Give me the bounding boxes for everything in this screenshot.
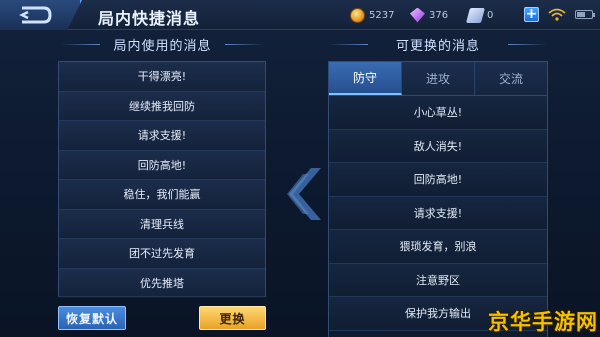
gold-counter: 5237	[350, 6, 394, 24]
in-game-message-item[interactable]: 团不过先发育	[59, 239, 265, 269]
tab-attack[interactable]: 进攻	[402, 62, 475, 95]
wifi-icon	[548, 8, 566, 21]
back-arrow-icon	[19, 6, 52, 24]
tab-defense[interactable]: 防守	[329, 62, 402, 95]
swap-button[interactable]: 更换	[199, 306, 266, 330]
gold-coin-icon	[350, 7, 365, 23]
replaceable-message-item[interactable]: 注意野区	[329, 263, 547, 297]
tab-communication[interactable]: 交流	[475, 62, 547, 95]
in-game-message-list: 干得漂亮! 继续推我回防 请求支援! 回防高地! 稳住，我们能赢 清理兵线 团不过先发育 优先…	[58, 61, 266, 298]
diamond-icon	[410, 7, 425, 23]
ticket-icon	[465, 7, 486, 23]
in-game-message-item[interactable]: 干得漂亮!	[59, 62, 265, 92]
in-game-message-item[interactable]: 继续推我回防	[59, 91, 265, 121]
diamond-amount: 376	[429, 9, 449, 21]
ticket-amount: 0	[487, 9, 494, 21]
back-button[interactable]	[0, 0, 82, 30]
replaceable-message-list: 小心草丛! 敌人消失! 回防高地! 请求支援! 猥琐发育，别浪 注意野区 保护我方输出	[329, 96, 547, 331]
battery-icon	[575, 10, 595, 19]
replaceable-message-item[interactable]: 请求支援!	[329, 196, 547, 230]
message-category-tabs: 防守 进攻 交流	[329, 62, 547, 96]
in-game-message-item[interactable]: 优先推塔	[59, 268, 265, 298]
page-title: 局内快捷消息	[98, 9, 201, 28]
in-game-messages-title: 局内使用的消息	[60, 35, 265, 55]
in-game-message-item[interactable]: 稳住，我们能赢	[59, 180, 265, 210]
replaceable-message-item[interactable]: 敌人消失!	[329, 129, 547, 163]
watermark: 京华手游网	[488, 310, 598, 334]
gold-amount: 5237	[369, 9, 395, 21]
in-game-message-item[interactable]: 请求支援!	[59, 121, 265, 151]
restore-default-button[interactable]: 恢复默认	[58, 306, 126, 330]
replaceable-messages-title: 可更换的消息	[328, 35, 548, 55]
diamond-counter: 376	[410, 6, 448, 24]
add-currency-button[interactable]: +	[524, 7, 539, 22]
replaceable-message-panel: 防守 进攻 交流 小心草丛! 敌人消失! 回防高地! 请求支援! 猥琐发育，别浪 注意野区 保护…	[328, 61, 548, 337]
battery-level	[577, 12, 586, 17]
replaceable-message-item[interactable]: 小心草丛!	[329, 96, 547, 130]
in-game-message-item[interactable]: 清理兵线	[59, 209, 265, 239]
swap-arrow-icon	[287, 168, 321, 220]
top-bar: 局内快捷消息 5237 376 0 +	[0, 0, 600, 30]
ticket-counter: 0	[465, 6, 494, 24]
replaceable-message-item[interactable]: 回防高地!	[329, 163, 547, 197]
in-game-message-item[interactable]: 回防高地!	[59, 150, 265, 180]
replaceable-message-item[interactable]: 猥琐发育，别浪	[329, 230, 547, 264]
